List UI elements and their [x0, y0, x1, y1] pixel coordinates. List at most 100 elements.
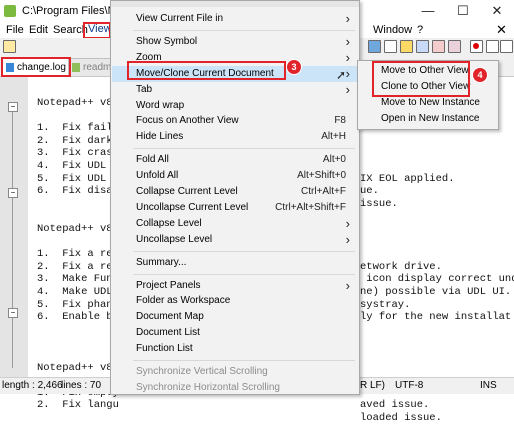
menu-file[interactable]: File — [3, 24, 27, 36]
menu-help[interactable]: ? — [414, 24, 426, 36]
view-menu-item[interactable]: Uncollapse Level › — [112, 232, 358, 248]
indent-guide-icon[interactable] — [400, 40, 413, 53]
code-line-fragment: aved issue. — [360, 399, 430, 412]
menu-separator — [133, 360, 355, 361]
menu-item-shortcut: Alt+H — [321, 131, 346, 143]
code-line-fragment: ly for the new installat — [360, 311, 512, 324]
code-line: Notepad++ v8. — [37, 97, 119, 109]
view-menu-item[interactable]: Focus on Another View F8 — [112, 113, 358, 129]
submenu-item[interactable]: Open in New Instance — [359, 111, 497, 127]
callout-badge-3: 3 — [287, 60, 301, 74]
minimize-button[interactable]: — — [411, 0, 445, 22]
code-line: Notepad++ v8. — [37, 361, 119, 374]
menu-item-shortcut: Alt+Shift+0 — [297, 170, 346, 182]
fold-line — [12, 318, 13, 368]
menu-window[interactable]: Window — [370, 24, 415, 36]
menu-top-cut — [111, 1, 359, 7]
submenu-arrow-icon: › — [345, 65, 350, 81]
menu-item-label: View Current File in — [136, 13, 224, 24]
status-insert-mode: INS — [480, 380, 497, 391]
menu-edit[interactable]: Edit — [26, 24, 51, 36]
view-menu-item[interactable]: Fold All Alt+0 — [112, 152, 358, 168]
maximize-button[interactable]: ☐ — [446, 0, 480, 22]
code-line-fragment: systray. — [360, 298, 411, 311]
code-line-fragment: etwork drive. — [360, 260, 442, 273]
view-menu-item[interactable]: Document Map — [112, 309, 358, 325]
view-menu-item[interactable]: View Current File in › — [112, 11, 358, 27]
submenu-arrow-icon: › — [345, 33, 350, 49]
submenu-item[interactable]: Move to New Instance — [359, 95, 497, 111]
menu-item-label: Summary... — [136, 256, 187, 268]
move-clone-highlight-box — [127, 61, 286, 80]
view-menu-item[interactable]: Word wrap — [112, 98, 358, 114]
view-menu: View Current File in › Show Symbol › Zoom › Mo… — [110, 0, 360, 395]
code-line-fragment: IX EOL applied. — [360, 172, 455, 185]
menu-separator — [133, 250, 355, 252]
view-menu-item[interactable]: Document List — [112, 325, 358, 341]
menu-item-label: Project Panels — [136, 279, 201, 291]
menu-item-label: Document Map — [136, 311, 204, 323]
stop-macro-icon[interactable] — [486, 40, 499, 53]
view-menu-item[interactable]: Project Panels › — [112, 278, 358, 294]
code-line: 2. Fix dark — [37, 134, 119, 147]
close-document-button[interactable]: ✕ — [496, 22, 507, 38]
callout-badge-4: 4 — [473, 68, 487, 82]
function-list-icon[interactable] — [432, 40, 445, 53]
view-menu-item[interactable]: Tab › — [112, 82, 358, 98]
new-file-icon[interactable] — [3, 40, 16, 53]
menu-item-label: Uncollapse Level — [136, 233, 213, 245]
close-button[interactable]: ✕ — [480, 0, 514, 22]
doc-map-icon[interactable] — [416, 40, 429, 53]
submenu-arrow-icon: › — [345, 231, 350, 247]
code-line-fragment: icon display correct und — [360, 273, 514, 286]
code-line-fragment: ue. — [360, 185, 379, 198]
view-menu-item: Synchronize Horizontal Scrolling — [112, 380, 358, 396]
code-line: 4. Make UDL — [37, 286, 119, 298]
code-line: 6. Enable ba — [37, 311, 119, 324]
menu-item-label: Hide Lines — [136, 131, 184, 143]
menu-item-label: Collapse Level — [136, 217, 202, 229]
menu-item-label: Word wrap — [136, 99, 185, 111]
record-macro-icon[interactable] — [470, 40, 483, 53]
menu-item-shortcut: Ctrl+Alt+F — [300, 186, 346, 197]
view-menu-item[interactable]: Collapse Level › — [112, 216, 358, 232]
file-icon — [72, 63, 80, 72]
menu-item-label: Focus on Another View — [136, 115, 239, 127]
view-menu-item[interactable]: Uncollapse Current Level Ctrl+Alt+Shift+F — [112, 200, 358, 216]
submenu-highlight-box — [372, 61, 470, 97]
folder-workspace-icon[interactable] — [448, 40, 461, 53]
fold-line — [12, 112, 13, 188]
fold-line — [12, 198, 13, 308]
menu-separator — [133, 148, 355, 150]
menu-item-label: Function List — [136, 343, 193, 355]
view-menu-item[interactable]: Unfold All Alt+Shift+0 — [112, 168, 358, 184]
menu-separator — [133, 273, 355, 275]
view-menu-item[interactable]: Show Symbol › — [112, 34, 358, 50]
status-eol[interactable]: R LF) — [360, 380, 385, 391]
code-line-fragment: issue. — [360, 197, 398, 210]
all-chars-icon[interactable] — [384, 40, 397, 53]
code-line: Notepad++ v8. — [37, 223, 119, 235]
view-menu-item[interactable]: Summary... — [112, 255, 358, 271]
status-length: length : 2,466 — [2, 380, 63, 391]
code-line: 5. Fix UDL g — [37, 172, 119, 185]
line-gutter: − − − — [0, 77, 28, 377]
code-line: 5. Fix phant — [37, 298, 119, 311]
view-menu-item[interactable]: Collapse Current Level Ctrl+Alt+F — [112, 184, 358, 200]
view-menu-item[interactable]: Hide Lines Alt+H — [112, 129, 358, 145]
submenu-item-label: Move to New Instance — [381, 97, 480, 108]
submenu-item-label: Open in New Instance — [381, 113, 480, 124]
view-menu-item[interactable]: Folder as Workspace — [112, 293, 358, 309]
wrap-icon[interactable] — [368, 40, 381, 53]
code-line: 2. Fix langu — [37, 399, 119, 412]
menu-item-label: Synchronize Vertical Scrolling — [136, 366, 268, 377]
fold-marker-icon[interactable]: − — [8, 102, 18, 112]
submenu-arrow-icon: › — [345, 81, 350, 97]
view-menu-item[interactable]: Function List — [112, 341, 358, 357]
menu-item-shortcut: Ctrl+Alt+Shift+F — [275, 201, 346, 213]
play-macro-icon[interactable] — [500, 40, 513, 53]
menu-item-shortcut: Alt+0 — [322, 154, 346, 166]
fold-marker-icon[interactable]: − — [8, 188, 18, 198]
status-encoding[interactable]: UTF-8 — [395, 380, 423, 391]
fold-marker-icon[interactable]: − — [8, 308, 18, 318]
